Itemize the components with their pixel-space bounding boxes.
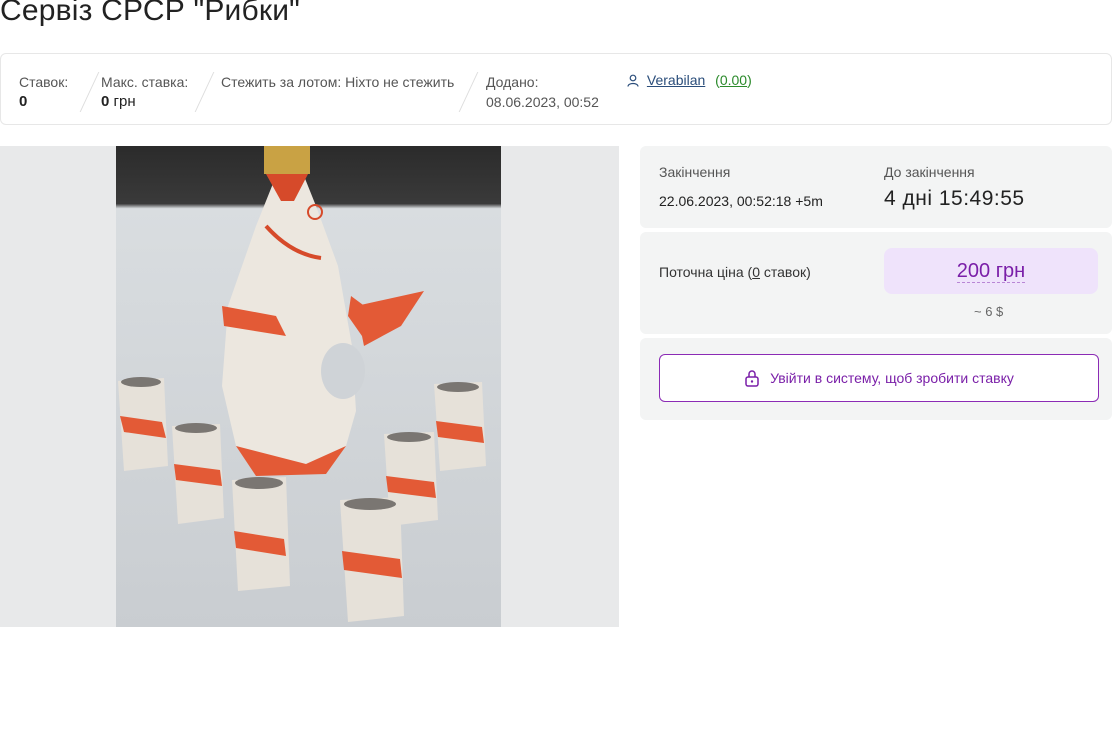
countdown-label: До закінчення — [884, 164, 975, 180]
price-panel: Поточна ціна (0 ставок) 200 грн ~ 6 $ — [640, 232, 1112, 334]
max-bid-value: 0 — [101, 93, 110, 110]
divider — [194, 72, 215, 112]
max-bid-label: Макс. ставка: — [101, 74, 189, 90]
lot-title: Сервіз СРСР "Рибки" — [0, 0, 301, 27]
login-to-bid-label: Увійти в систему, щоб зробити ставку — [770, 370, 1014, 386]
price-usd: ~ 6 $ — [974, 304, 1004, 319]
lot-photo[interactable] — [116, 146, 501, 627]
seller-info: Verabilan (0.00) — [627, 72, 752, 90]
added-label: Додано: — [486, 74, 539, 90]
photo-gallery[interactable]: ♛ VIOLITY — [0, 146, 619, 754]
lot-info-bar: Ставок: 0 Макс. ставка: 0 грн Стежить за… — [0, 53, 1112, 125]
end-date: 22.06.2023, 00:52:18 +5m — [659, 193, 823, 209]
watchers-value: Ніхто не стежить — [345, 74, 455, 90]
user-icon — [627, 74, 639, 90]
bids-label: Ставок: — [19, 74, 69, 90]
seller-rating[interactable]: (0.00) — [715, 72, 752, 88]
bid-panel: Увійти в систему, щоб зробити ставку — [640, 338, 1112, 420]
lock-icon — [744, 369, 760, 387]
bids-stat: Ставок: 0 — [19, 72, 68, 112]
added-stat: Додано: 08.06.2023, 00:52 — [486, 72, 599, 112]
max-bid-stat: Макс. ставка: 0 грн — [101, 72, 188, 112]
watchers-label: Стежить за лотом: — [221, 74, 342, 90]
countdown-value: 4 дні 15:49:55 — [884, 187, 1025, 210]
bids-value: 0 — [19, 93, 28, 110]
bids-count-link[interactable]: 0 — [752, 264, 760, 280]
watchers-stat: Стежить за лотом: Ніхто не стежить — [221, 72, 454, 92]
end-label: Закінчення — [659, 164, 731, 180]
max-bid-currency: грн — [113, 93, 136, 110]
watermark: ♛ VIOLITY — [318, 726, 479, 754]
end-time-panel: Закінчення 22.06.2023, 00:52:18 +5m До з… — [640, 146, 1112, 228]
current-price-label: Поточна ціна (0 ставок) — [659, 264, 811, 280]
divider — [458, 72, 479, 112]
divider — [79, 72, 100, 112]
current-price: 200 грн — [884, 248, 1098, 294]
login-to-bid-button[interactable]: Увійти в систему, щоб зробити ставку — [659, 354, 1099, 402]
added-value: 08.06.2023, 00:52 — [486, 94, 599, 110]
crown-icon: ♛ — [318, 727, 344, 754]
seller-link[interactable]: Verabilan — [647, 72, 705, 88]
